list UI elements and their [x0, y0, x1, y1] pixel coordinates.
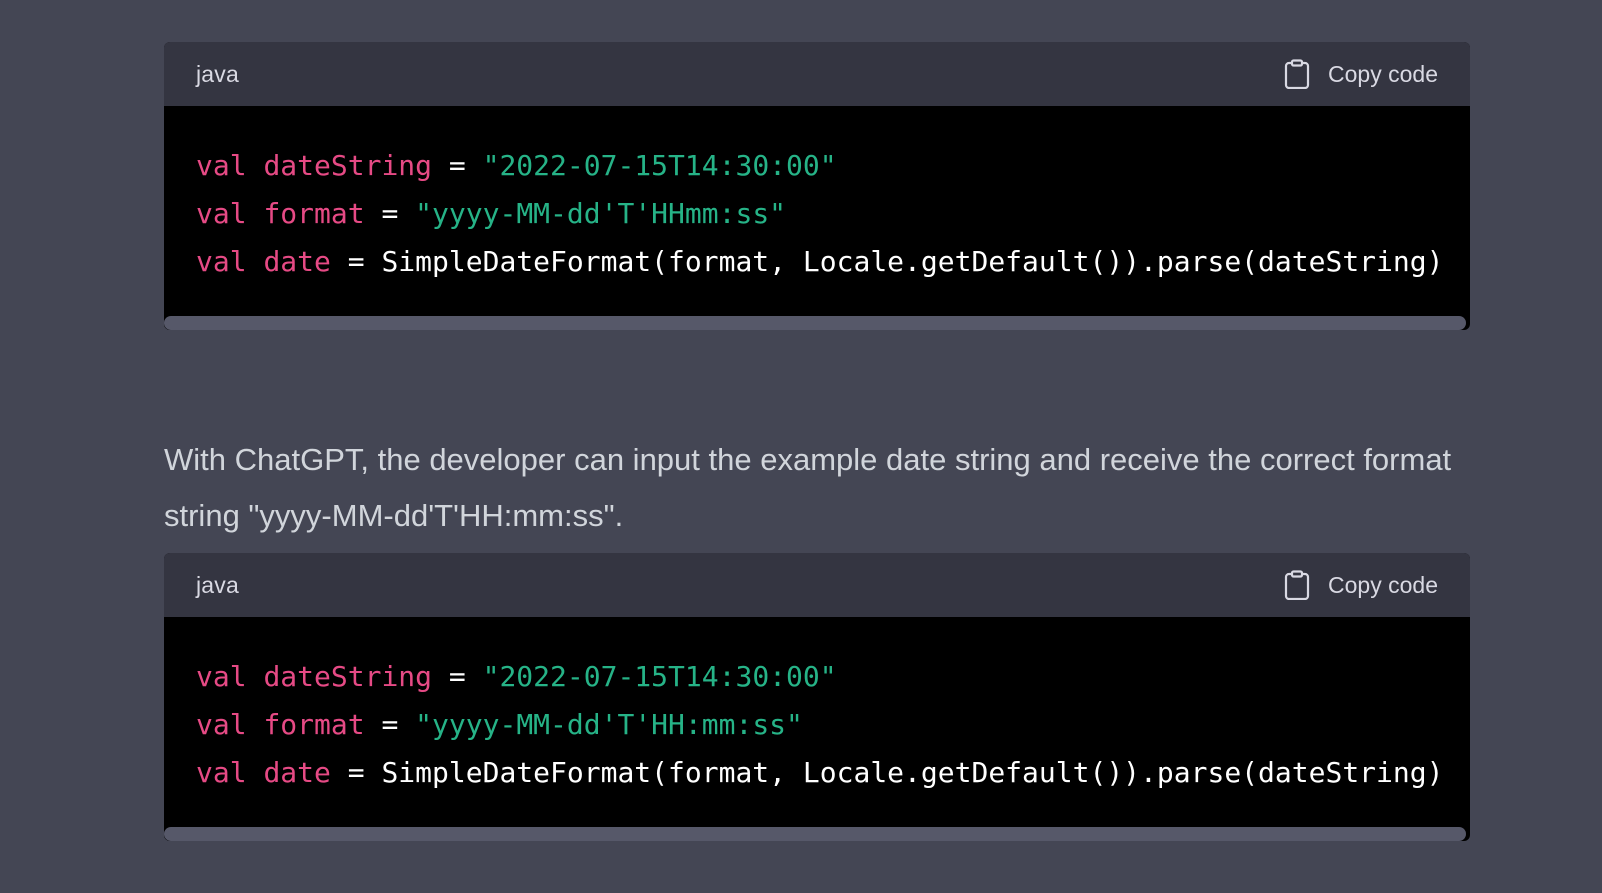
- horizontal-scrollbar[interactable]: [164, 316, 1466, 330]
- code-token: =: [364, 197, 416, 230]
- code-token: date: [263, 245, 331, 278]
- code-token: = SimpleDateFormat(format, Locale.getDef…: [330, 756, 1444, 789]
- code-token: val: [196, 149, 247, 182]
- code-content[interactable]: val dateString = "2022-07-15T14:30:00" va…: [164, 106, 1470, 314]
- code-token: "2022-07-15T14:30:00": [482, 660, 837, 693]
- code-token: format: [263, 197, 365, 230]
- copy-code-label: Copy code: [1328, 60, 1438, 87]
- code-header: java Copy code: [164, 553, 1470, 617]
- clipboard-icon: [1284, 570, 1310, 601]
- code-token: val: [196, 708, 247, 741]
- code-line: val dateString = "2022-07-15T14:30:00": [196, 142, 1436, 190]
- code-line: val format = "yyyy-MM-dd'T'HHmm:ss": [196, 190, 1436, 238]
- copy-code-button[interactable]: Copy code: [1284, 570, 1438, 601]
- code-block: java Copy code val dateString = "2022-07…: [164, 42, 1470, 330]
- code-token: val: [196, 756, 247, 789]
- code-token: =: [364, 708, 416, 741]
- code-token: date: [263, 756, 331, 789]
- code-block: java Copy code val dateString = "2022-07…: [164, 553, 1470, 841]
- code-token: =: [432, 149, 483, 182]
- code-token: = SimpleDateFormat(format, Locale.getDef…: [330, 245, 1444, 278]
- code-token: val: [196, 197, 247, 230]
- code-line: val date = SimpleDateFormat(format, Loca…: [196, 749, 1443, 797]
- code-token: =: [432, 660, 483, 693]
- message-paragraph: With ChatGPT, the developer can input th…: [164, 442, 1452, 533]
- clipboard-icon: [1284, 59, 1310, 90]
- code-token: "yyyy-MM-dd'T'HH:mm:ss": [415, 708, 803, 741]
- copy-code-label: Copy code: [1328, 571, 1438, 598]
- language-label: java: [196, 571, 239, 598]
- code-line: val dateString = "2022-07-15T14:30:00": [196, 653, 1436, 701]
- code-token: val: [196, 245, 247, 278]
- code-token: "2022-07-15T14:30:00": [482, 149, 837, 182]
- code-token: val: [196, 660, 247, 693]
- code-line: val date = SimpleDateFormat(format, Loca…: [196, 238, 1443, 286]
- horizontal-scrollbar[interactable]: [164, 827, 1466, 841]
- code-content[interactable]: val dateString = "2022-07-15T14:30:00" va…: [164, 617, 1470, 825]
- copy-code-button[interactable]: Copy code: [1284, 59, 1438, 90]
- language-label: java: [196, 60, 239, 87]
- code-token: dateString: [263, 149, 433, 182]
- code-line: val format = "yyyy-MM-dd'T'HH:mm:ss": [196, 701, 1436, 749]
- code-token: dateString: [263, 660, 433, 693]
- code-token: "yyyy-MM-dd'T'HHmm:ss": [415, 197, 787, 230]
- code-header: java Copy code: [164, 42, 1470, 106]
- code-token: format: [263, 708, 365, 741]
